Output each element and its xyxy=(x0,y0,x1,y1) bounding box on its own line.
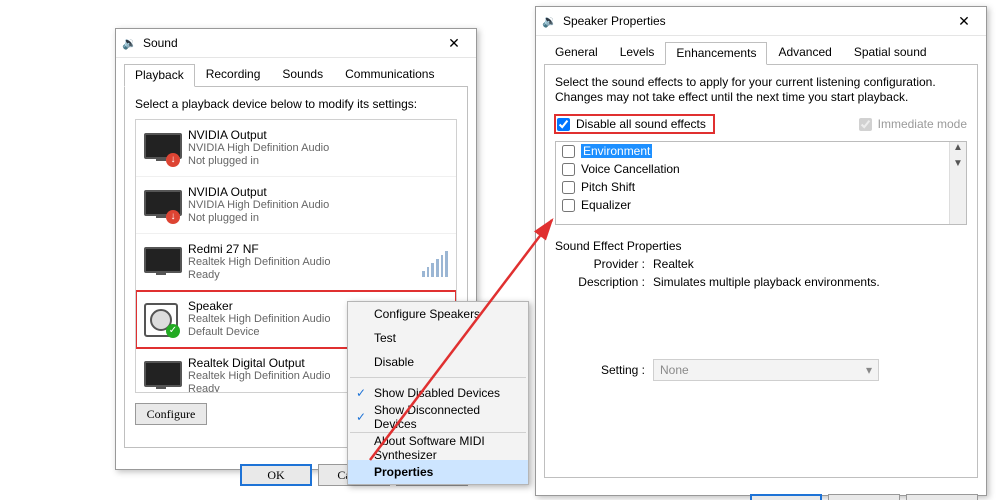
menu-test[interactable]: Test xyxy=(348,326,528,350)
immediate-mode: Immediate mode xyxy=(859,117,967,131)
effect-properties: Sound Effect Properties Provider :Realte… xyxy=(555,239,967,381)
menu-separator xyxy=(350,432,526,433)
disable-all-checkbox[interactable] xyxy=(557,118,570,131)
speaker-glyph-icon: 🔉 xyxy=(542,14,557,28)
tab-levels[interactable]: Levels xyxy=(609,41,666,64)
close-icon[interactable]: ✕ xyxy=(438,33,470,53)
ok-button[interactable]: OK xyxy=(750,494,822,500)
effect-item-environment[interactable]: Environment xyxy=(556,142,966,160)
effect-item[interactable]: Voice Cancellation xyxy=(556,160,966,178)
sound-tabs: Playback Recording Sounds Communications xyxy=(116,58,476,86)
enhancements-body: Select the sound effects to apply for yo… xyxy=(544,64,978,478)
monitor-icon xyxy=(144,359,178,393)
monitor-icon: ↓ xyxy=(144,131,178,165)
device-row[interactable]: ↓ NVIDIA Output NVIDIA High Definition A… xyxy=(136,177,456,234)
description-value: Simulates multiple playback environments… xyxy=(653,275,880,289)
menu-separator xyxy=(350,377,526,378)
scrollbar[interactable]: ▲ ▼ xyxy=(949,142,966,224)
level-meter-icon xyxy=(422,247,448,277)
effect-checkbox[interactable] xyxy=(562,145,575,158)
speaker-icon: ✓ xyxy=(144,302,178,336)
check-icon: ✓ xyxy=(352,386,370,400)
speaker-titlebar[interactable]: 🔉 Speaker Properties ✕ xyxy=(536,7,986,36)
sound-title: Sound xyxy=(143,36,438,50)
tab-comm[interactable]: Communications xyxy=(334,63,445,86)
effect-item[interactable]: Pitch Shift xyxy=(556,178,966,196)
speaker-properties-window: 🔉 Speaker Properties ✕ General Levels En… xyxy=(535,6,987,496)
immediate-checkbox xyxy=(859,118,872,131)
menu-show-disabled[interactable]: ✓Show Disabled Devices xyxy=(348,381,528,405)
menu-about-midi[interactable]: About Software MIDI Synthesizer xyxy=(348,436,528,460)
check-icon: ✓ xyxy=(352,410,370,424)
effect-item[interactable]: Equalizer xyxy=(556,196,966,214)
speaker-glyph-icon: 🔉 xyxy=(122,36,137,50)
ok-button[interactable]: OK xyxy=(240,464,312,486)
device-name: NVIDIA Output xyxy=(188,128,448,142)
tab-advanced[interactable]: Advanced xyxy=(767,41,842,64)
effect-checkbox[interactable] xyxy=(562,199,575,212)
tab-playback[interactable]: Playback xyxy=(124,64,195,87)
menu-disable[interactable]: Disable xyxy=(348,350,528,374)
device-row[interactable]: Redmi 27 NF Realtek High Definition Audi… xyxy=(136,234,456,291)
effect-properties-header: Sound Effect Properties xyxy=(555,239,967,253)
speaker-title: Speaker Properties xyxy=(563,14,948,28)
scroll-up-icon[interactable]: ▲ xyxy=(950,142,966,158)
sound-instruction: Select a playback device below to modify… xyxy=(135,97,457,111)
close-icon[interactable]: ✕ xyxy=(948,11,980,31)
sound-titlebar[interactable]: 🔉 Sound ✕ xyxy=(116,29,476,58)
effect-checkbox[interactable] xyxy=(562,163,575,176)
menu-configure-speakers[interactable]: Configure Speakers xyxy=(348,302,528,326)
speaker-tabs: General Levels Enhancements Advanced Spa… xyxy=(536,36,986,64)
tab-spatial[interactable]: Spatial sound xyxy=(843,41,938,64)
device-context-menu[interactable]: Configure Speakers Test Disable ✓Show Di… xyxy=(347,301,529,485)
menu-show-disconnected[interactable]: ✓Show Disconnected Devices xyxy=(348,405,528,429)
scroll-down-icon[interactable]: ▼ xyxy=(950,158,966,174)
tab-sounds[interactable]: Sounds xyxy=(271,63,334,86)
monitor-icon: ↓ xyxy=(144,188,178,222)
tab-recording[interactable]: Recording xyxy=(195,63,272,86)
enh-description: Select the sound effects to apply for yo… xyxy=(555,75,967,105)
speaker-buttons: OK Cancel Apply xyxy=(536,486,986,500)
disable-all-effects[interactable]: Disable all sound effects xyxy=(555,115,714,133)
configure-button[interactable]: Configure xyxy=(135,403,207,425)
device-row[interactable]: ↓ NVIDIA Output NVIDIA High Definition A… xyxy=(136,120,456,177)
tab-general[interactable]: General xyxy=(544,41,609,64)
effect-checkbox[interactable] xyxy=(562,181,575,194)
setting-dropdown[interactable]: None xyxy=(653,359,879,381)
provider-value: Realtek xyxy=(653,257,694,271)
monitor-icon xyxy=(144,245,178,279)
cancel-button[interactable]: Cancel xyxy=(828,494,900,500)
tab-enhancements[interactable]: Enhancements xyxy=(665,42,767,65)
effects-list[interactable]: Environment Voice Cancellation Pitch Shi… xyxy=(555,141,967,225)
apply-button[interactable]: Apply xyxy=(906,494,978,500)
menu-properties[interactable]: Properties xyxy=(348,460,528,484)
